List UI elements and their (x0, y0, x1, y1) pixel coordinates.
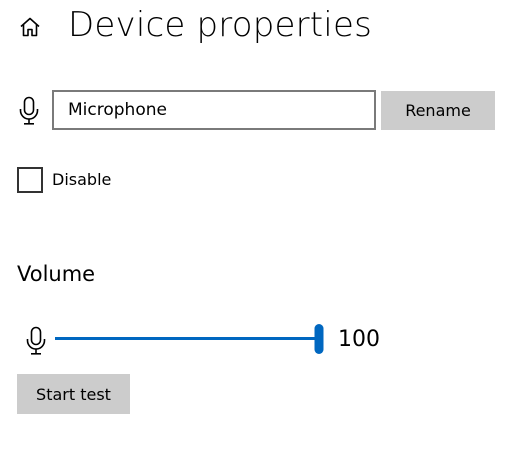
page-title: Device properties (68, 5, 372, 45)
start-test-button[interactable]: Start test (17, 374, 130, 414)
disable-label[interactable]: Disable (52, 169, 111, 191)
volume-slider[interactable] (55, 323, 323, 355)
slider-fill (55, 337, 319, 340)
volume-value: 100 (338, 327, 380, 352)
disable-checkbox[interactable] (17, 167, 43, 193)
device-name-input[interactable] (52, 90, 376, 130)
slider-thumb[interactable] (314, 324, 323, 354)
volume-heading: Volume (17, 262, 96, 286)
rename-button[interactable]: Rename (381, 91, 495, 130)
microphone-icon (26, 326, 46, 355)
microphone-icon (19, 96, 39, 125)
home-button[interactable] (12, 10, 48, 44)
device-properties-page: Device properties Rename Disable Volume … (0, 0, 527, 458)
home-icon (20, 17, 40, 37)
